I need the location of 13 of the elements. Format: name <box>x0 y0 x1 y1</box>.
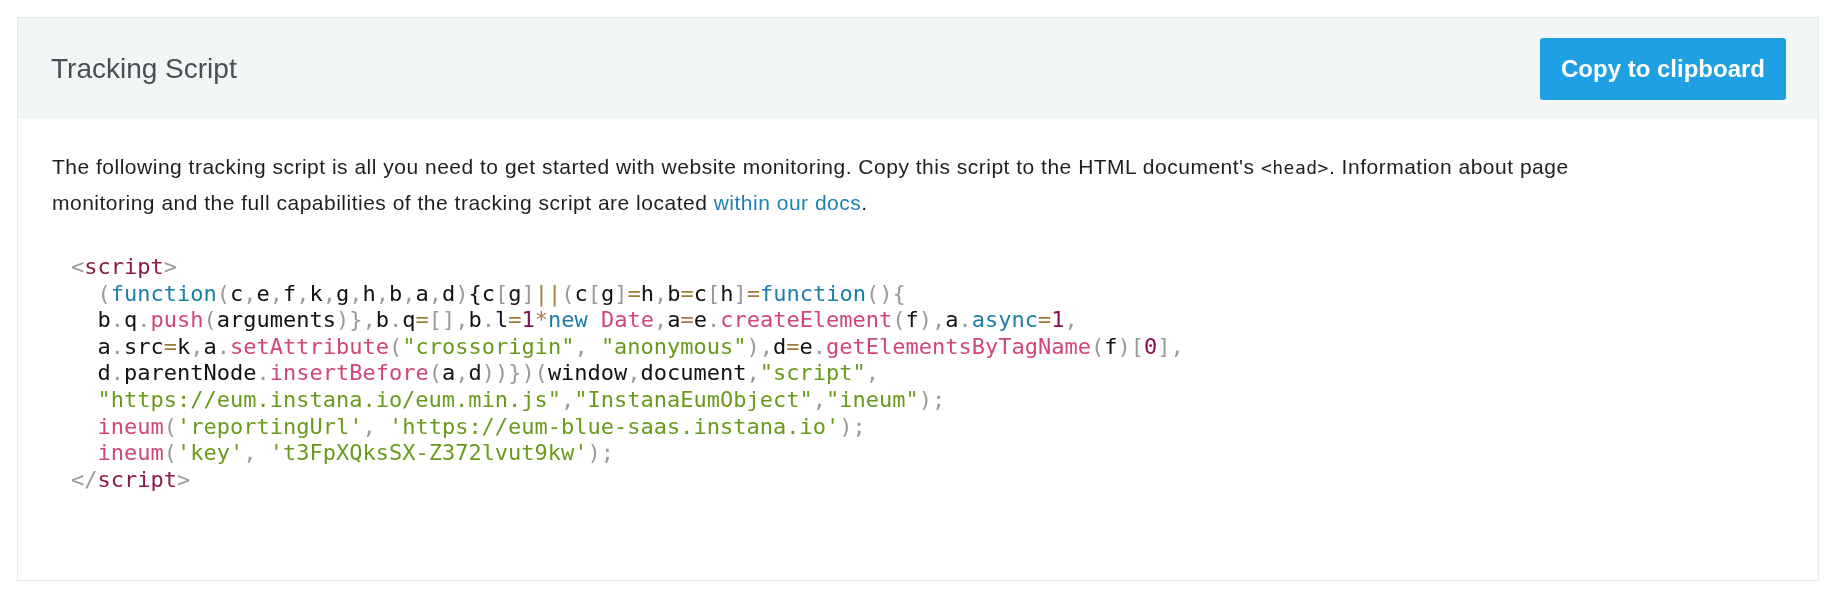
panel-title: Tracking Script <box>51 51 237 86</box>
docs-link[interactable]: within our docs <box>713 191 862 214</box>
code-line: d.parentNode.insertBefore(a,d))})(window,document,"script", <box>97 360 880 387</box>
code-line: </script> <box>71 466 191 494</box>
code-line: "https://eum.instana.io/eum.min.js","InstanaEumObject","ineum"); <box>97 386 946 414</box>
code-line: ineum('reportingUrl', 'https://eum-blue-saas.instana.io'); <box>97 413 866 441</box>
copy-button[interactable]: Copy to clipboard <box>1540 37 1786 100</box>
code-line: a.src=k,a.setAttribute("crossorigin", "anonymous"),d=e.getElementsByTagName(f)[0], <box>97 333 1184 361</box>
intro-paragraph: The following tracking script is all you need to get started with website monitoring. Copy this script to the HTML document's <head>. Information about page monitoring and the full capabilities of the tracking script are located within our docs. <box>52 154 1570 216</box>
code-line: b.q.push(arguments)},b.q=[],b.l=1*new Date,a=e.createElement(f),a.async=1, <box>97 307 1078 334</box>
code-line: ineum('key', 't3FpXQksSX-Z372lvut9kw'); <box>97 440 615 467</box>
code-line: (function(c,e,f,k,g,h,b,a,d){c[g]||(c[g]=h,b=c[h]=function(){ <box>97 280 906 308</box>
code-line: <script> <box>71 254 177 281</box>
